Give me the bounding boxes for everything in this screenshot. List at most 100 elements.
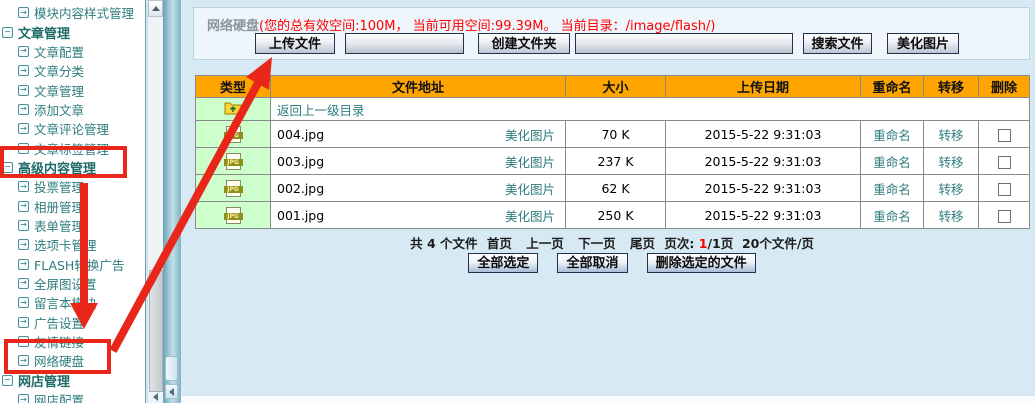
collapse-icon[interactable]: −: [2, 375, 13, 386]
per-page-info: 20个文件/页: [742, 236, 814, 251]
beautify-link[interactable]: 美化图片: [505, 125, 555, 144]
last-page-link[interactable]: 尾页: [630, 236, 655, 251]
search-input[interactable]: [575, 33, 793, 54]
move-link[interactable]: 转移: [938, 182, 963, 197]
scroll-up-button[interactable]: [148, 0, 163, 17]
deselect-all-button[interactable]: 全部取消: [557, 253, 627, 273]
arrow-box-icon[interactable]: →: [18, 85, 29, 96]
sidebar-item-广告设置[interactable]: →广告设置: [0, 313, 145, 332]
delete-checkbox[interactable]: [998, 156, 1011, 169]
sidebar-item-留言本模块[interactable]: →留言本模块: [0, 293, 145, 312]
beautify-link[interactable]: 美化图片: [505, 206, 555, 225]
rename-link[interactable]: 重命名: [873, 209, 911, 224]
beautify-link[interactable]: 美化图片: [505, 179, 555, 198]
arrow-box-icon[interactable]: →: [18, 7, 29, 18]
col-header-delete: 删除: [979, 76, 1030, 98]
total-suffix: 个文件: [440, 236, 478, 251]
arrow-box-icon[interactable]: →: [18, 220, 29, 231]
move-link[interactable]: 转移: [938, 128, 963, 143]
sidebar-item-文章管理[interactable]: →文章管理: [0, 80, 145, 99]
next-page-link[interactable]: 下一页: [578, 236, 616, 251]
create-folder-button[interactable]: 创建文件夹: [478, 33, 570, 54]
sidebar-item-FLASH轮换广告[interactable]: →FLASH轮换广告: [0, 254, 145, 273]
sidebar-item-label: 表单管理: [34, 216, 84, 235]
scrollbar-thumb[interactable]: [149, 270, 163, 392]
upload-file-button[interactable]: 上传文件: [255, 33, 335, 54]
sidebar-item-表单管理[interactable]: → 表单管理: [0, 216, 145, 235]
sidebar-item-label: 网店配置: [34, 390, 84, 403]
arrow-box-icon[interactable]: →: [18, 239, 29, 250]
arrow-box-icon[interactable]: →: [18, 46, 29, 57]
move-link[interactable]: 转移: [938, 209, 963, 224]
arrow-left-icon: [169, 388, 174, 396]
table-header-row: 类型 文件地址 大小 上传日期 重命名 转移 删除: [196, 76, 1030, 98]
sidebar-item-文章管理[interactable]: −文章管理: [0, 22, 145, 41]
frame-divider[interactable]: [163, 0, 181, 403]
divider-scroll-button[interactable]: [165, 384, 178, 399]
sidebar-item-网店管理[interactable]: −网店管理: [0, 371, 145, 390]
sidebar-item-模块内容样式管理[interactable]: →模块内容样式管理: [0, 3, 145, 22]
table-row: JPG002.jpg美化图片62 K2015-5-22 9:31:03重命名转移: [196, 175, 1030, 202]
arrow-box-icon[interactable]: →: [18, 143, 29, 154]
col-header-upload-date: 上传日期: [666, 76, 861, 98]
search-file-button[interactable]: 搜索文件: [803, 33, 872, 54]
prev-page-link[interactable]: 上一页: [526, 236, 564, 251]
arrow-box-icon[interactable]: →: [18, 201, 29, 212]
col-header-type: 类型: [196, 76, 271, 98]
sidebar-item-选项卡管理[interactable]: →选项卡管理: [0, 235, 145, 254]
sidebar-menu: →模块内容样式管理−文章管理→文章配置→文章分类→文章管理→添加文章→文章评论管…: [0, 0, 146, 403]
beautify-image-button[interactable]: 美化图片: [887, 33, 959, 54]
sidebar-item-添加文章[interactable]: →添加文章: [0, 100, 145, 119]
arrow-box-icon[interactable]: →: [18, 355, 29, 366]
divider-scrollbar-thumb[interactable]: [165, 356, 178, 381]
arrow-box-icon[interactable]: →: [18, 278, 29, 289]
arrow-box-icon[interactable]: →: [18, 181, 29, 192]
file-path-cell: 003.jpg美化图片: [271, 148, 566, 175]
arrow-box-icon[interactable]: →: [18, 65, 29, 76]
delete-checkbox[interactable]: [998, 210, 1011, 223]
sidebar-item-网络硬盘[interactable]: →网络硬盘: [0, 351, 145, 370]
delete-checkbox[interactable]: [998, 183, 1011, 196]
first-page-link[interactable]: 首页: [487, 236, 512, 251]
arrow-box-icon[interactable]: →: [18, 317, 29, 328]
page-title: 网络硬盘: [207, 19, 259, 34]
sidebar-item-全屏图设置[interactable]: →全屏图设置: [0, 274, 145, 293]
jpg-label: JPG: [224, 186, 243, 193]
select-all-button[interactable]: 全部选定: [468, 253, 538, 273]
file-path-cell: 004.jpg美化图片: [271, 121, 566, 148]
jpg-label: JPG: [224, 213, 243, 220]
sidebar-item-相册管理[interactable]: →相册管理: [0, 196, 145, 215]
collapse-icon[interactable]: −: [2, 27, 13, 38]
sidebar-item-label: 投票管理: [34, 177, 84, 196]
arrow-box-icon[interactable]: →: [18, 104, 29, 115]
rename-link[interactable]: 重命名: [873, 155, 911, 170]
sidebar-item-文章分类[interactable]: →文章分类: [0, 61, 145, 80]
delete-checkbox[interactable]: [998, 129, 1011, 142]
type-cell: [196, 98, 271, 121]
collapse-icon[interactable]: −: [2, 162, 13, 173]
upload-date: 2015-5-22 9:31:03: [666, 121, 861, 148]
jpg-file-icon: JPG: [226, 207, 241, 224]
arrow-box-icon[interactable]: →: [18, 297, 29, 308]
sidebar-item-高级内容管理[interactable]: −高级内容管理: [0, 158, 145, 177]
beautify-link[interactable]: 美化图片: [505, 152, 555, 171]
rename-link[interactable]: 重命名: [873, 182, 911, 197]
sidebar-item-文章配置[interactable]: →文章配置: [0, 42, 145, 61]
delete-selected-button[interactable]: 删除选定的文件: [647, 253, 756, 273]
sidebar-item-文章标签管理[interactable]: →文章标签管理: [0, 138, 145, 157]
move-link[interactable]: 转移: [938, 155, 963, 170]
sidebar-item-label: 友情链接: [34, 332, 84, 351]
sidebar-item-网店配置[interactable]: → 网店配置: [0, 390, 145, 403]
arrow-box-icon[interactable]: →: [18, 123, 29, 134]
sidebar-item-文章评论管理[interactable]: →文章评论管理: [0, 119, 145, 138]
arrow-box-icon[interactable]: →: [18, 394, 29, 403]
rename-link[interactable]: 重命名: [873, 128, 911, 143]
return-parent-link[interactable]: 返回上一级目录: [277, 103, 365, 118]
sidebar-item-友情链接[interactable]: → 友情链接: [0, 332, 145, 351]
sidebar-scrollbar[interactable]: [147, 0, 163, 403]
scroll-left-button[interactable]: [149, 391, 161, 402]
arrow-box-icon[interactable]: →: [18, 336, 29, 347]
arrow-box-icon[interactable]: →: [18, 259, 29, 270]
upload-path-input[interactable]: [345, 33, 464, 54]
sidebar-item-投票管理[interactable]: → 投票管理: [0, 177, 145, 196]
